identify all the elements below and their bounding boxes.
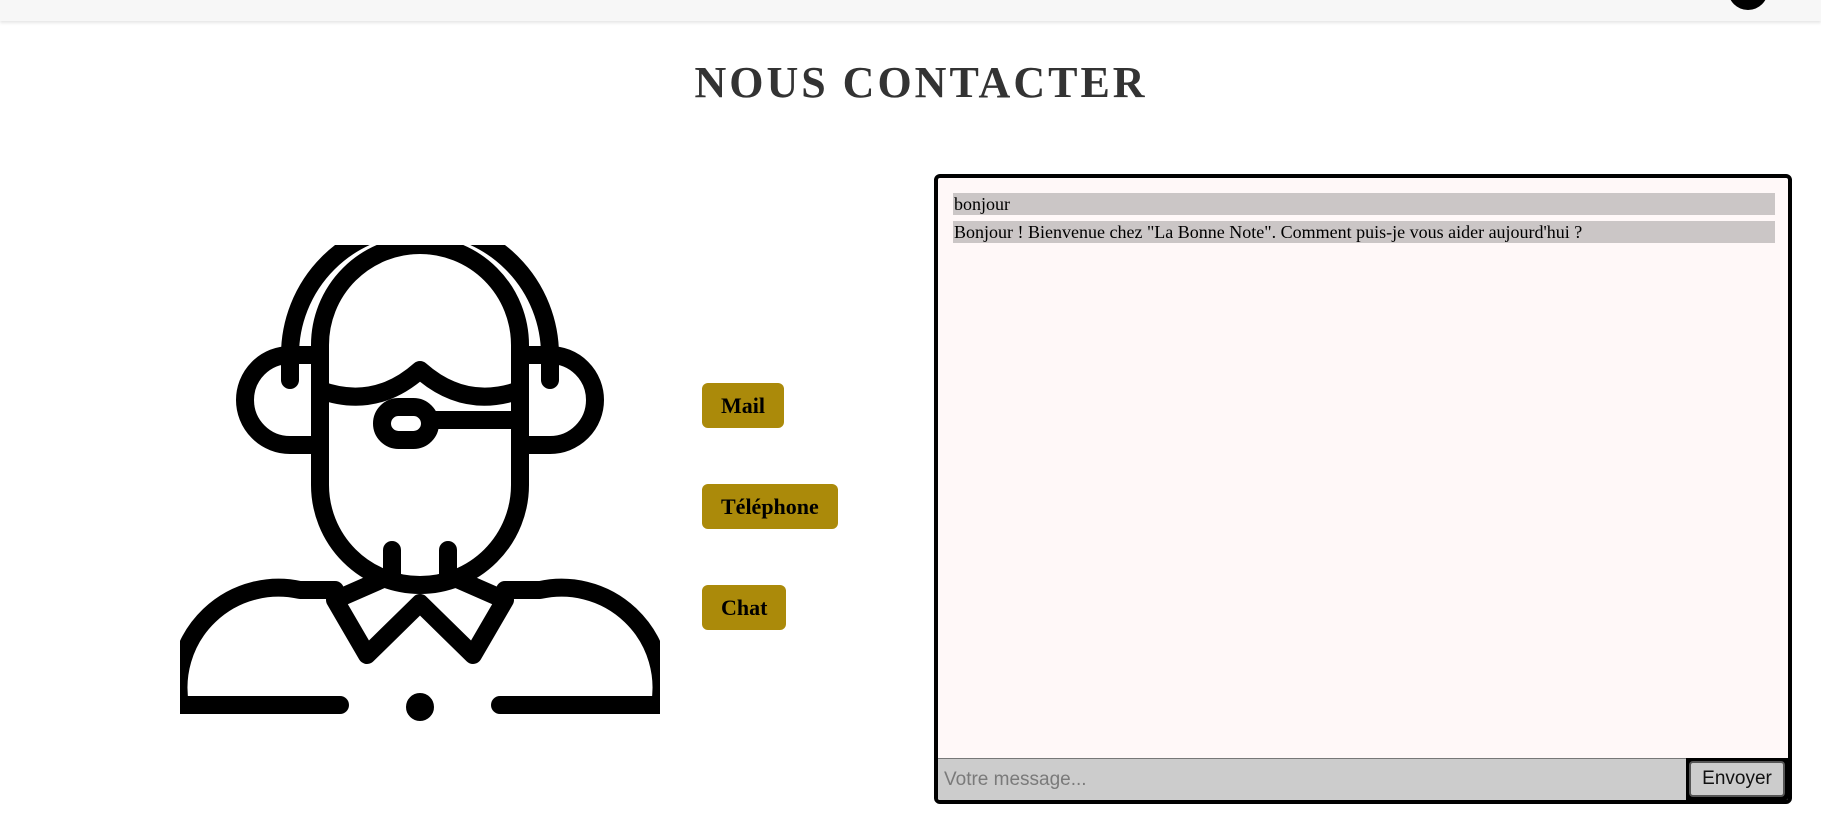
send-button[interactable]: Envoyer — [1686, 758, 1788, 800]
user-avatar-icon[interactable] — [1728, 0, 1768, 10]
chat-message-bot: Bonjour ! Bienvenue chez "La Bonne Note"… — [953, 221, 1775, 243]
customer-support-agent-icon — [180, 245, 660, 721]
mail-button[interactable]: Mail — [702, 383, 784, 428]
phone-button[interactable]: Téléphone — [702, 484, 838, 529]
chat-button[interactable]: Chat — [702, 585, 787, 630]
top-navbar — [0, 0, 1821, 21]
send-button-label: Envoyer — [1689, 761, 1785, 797]
chat-input-row: Envoyer — [938, 758, 1788, 800]
page-title: NOUS CONTACTER — [694, 58, 1148, 107]
chat-window: bonjour Bonjour ! Bienvenue chez "La Bon… — [934, 174, 1792, 804]
chat-message-input[interactable] — [938, 758, 1686, 800]
chat-messages: bonjour Bonjour ! Bienvenue chez "La Bon… — [953, 193, 1775, 249]
chat-message-user: bonjour — [953, 193, 1775, 215]
